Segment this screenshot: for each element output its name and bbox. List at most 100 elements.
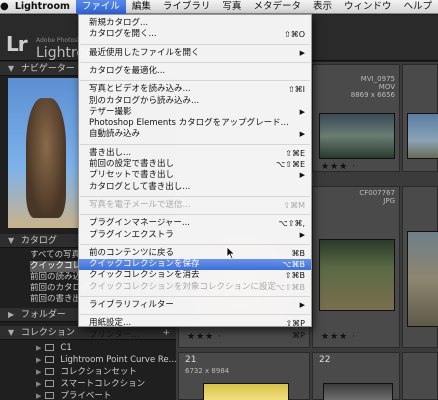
catalog-title: カタログ	[20, 236, 57, 246]
menu-view[interactable]: 表示	[307, 0, 338, 14]
collection-item[interactable]: ▶ C1	[36, 342, 176, 354]
grid-cell[interactable]	[402, 64, 438, 172]
menu-item-label: 新規カタログ...	[89, 18, 149, 28]
menu-item[interactable]: 写真とビデオを読み込み... ⇧⌘I	[79, 84, 311, 95]
menu-item-label: カタログとして書き出し...	[89, 181, 191, 192]
collection-item[interactable]: ▶ Lightroom Point Curve Re...	[36, 354, 176, 366]
menu-item[interactable]: クイックコレクションを保存 ⌥⌘B	[79, 259, 311, 271]
menu-item[interactable]: カタログを最適化...	[79, 66, 311, 77]
menu-separator	[80, 214, 310, 216]
grid-cell[interactable]: MVI_0975 MOV 8869 x 6656 ★★★ ·	[312, 64, 400, 172]
smart-collection-icon	[45, 380, 55, 387]
menu-item-label: 別のカタログから読み込み...	[89, 95, 200, 106]
menu-item[interactable]: プリセットで書き出し ▶	[79, 170, 311, 181]
mouse-cursor-icon	[226, 246, 236, 260]
menu-item-shortcut: ⌥⇧⌘,	[278, 219, 305, 229]
file-menu-dropdown: 新規カタログ... カタログを開く... ⇧⌘O 最近使用したファイルを開く ▶ カタログ…	[78, 14, 312, 340]
menu-separator	[80, 296, 310, 297]
menu-item-label: プリンター...	[89, 329, 140, 340]
cell-number: 21	[185, 355, 197, 365]
menu-item-label: テザー撮影	[89, 106, 132, 117]
menu-help[interactable]: ヘルプ	[397, 0, 438, 14]
menu-item-label: クイックコレクションを対象コレクションに設定	[89, 281, 277, 292]
menu-item[interactable]: プラグインマネージャー... ⌥⇧⌘,	[79, 218, 311, 229]
navigator-preview[interactable]	[8, 78, 78, 228]
menu-separator	[80, 314, 310, 316]
submenu-arrow-icon: ▶	[299, 48, 305, 57]
menu-item-label: プラグインマネージャー...	[89, 218, 191, 229]
menu-photo[interactable]: 写真	[216, 0, 247, 14]
submenu-arrow-icon: ▶	[299, 230, 305, 239]
menu-item-shortcut: ⇧⌘M	[283, 200, 305, 210]
menu-separator	[80, 61, 310, 63]
menu-item[interactable]: カタログを開く... ⇧⌘O	[79, 29, 311, 40]
grid-cell[interactable]	[402, 352, 438, 400]
menu-item[interactable]: ライブラリフィルター ▶	[79, 300, 311, 311]
expand-triangle-icon: ▶	[36, 368, 42, 376]
apple-icon[interactable]: ●	[0, 1, 9, 12]
menu-edit[interactable]: 編集	[126, 0, 157, 14]
collection-item[interactable]: ▶ コレクションセット	[36, 366, 176, 378]
grid-cell[interactable]: 22	[312, 352, 400, 400]
grid-cell[interactable]	[402, 186, 438, 348]
menu-item[interactable]: クイックコレクションを消去 ⇧⌘B	[79, 270, 311, 281]
collection-icon	[45, 344, 55, 351]
menu-bar: ● Lightroom ファイル 編集 ライブラリ 写真 メタデータ 表示 ウィ…	[0, 0, 438, 14]
menu-item-shortcut: ⌘P	[292, 330, 305, 340]
grid-cell[interactable]: 21 6732 x 8984	[178, 352, 310, 400]
menu-item[interactable]: 別のカタログから読み込み...	[79, 96, 311, 107]
menu-item[interactable]: 用紙設定... ⇧⌘P	[79, 318, 311, 329]
menu-item[interactable]: Photoshop Elements カタログをアップグレード...	[79, 118, 311, 129]
photo-thumbnail[interactable]	[319, 239, 395, 311]
menu-item[interactable]: 新規カタログ...	[79, 18, 311, 29]
file-dimensions: 8869 x 6656	[350, 91, 395, 99]
expand-triangle-icon: ▶	[36, 380, 42, 388]
photo-thumbnail[interactable]	[407, 113, 438, 159]
menu-window[interactable]: ウィンドウ	[338, 0, 398, 14]
menu-item-shortcut: ⌥⌘B	[282, 260, 305, 270]
lightroom-logo: Lr	[6, 32, 28, 56]
photo-thumbnail[interactable]	[407, 231, 438, 327]
menu-item-shortcut: ⌥⇧⌘E	[276, 160, 305, 169]
menu-separator	[80, 143, 310, 145]
menu-item[interactable]: 書き出し... ⇧⌘E	[79, 148, 311, 159]
menu-item: クイックコレクションを対象コレクションに設定 ⌥⇧⌘B	[79, 282, 311, 293]
menu-item-shortcut: ⌘B	[291, 248, 306, 258]
cell-number: 22	[319, 355, 331, 365]
submenu-arrow-icon: ▶	[299, 130, 305, 139]
menu-item-label: 前回の設定で書き出し	[89, 159, 175, 169]
expand-triangle-icon: ▶	[36, 356, 42, 364]
menu-item[interactable]: プリンター... ⌘P	[79, 330, 311, 341]
grid-cell[interactable]: CF007767 JPG ★★★ ·	[312, 186, 400, 348]
menu-item[interactable]: テザー撮影 ▶	[79, 107, 311, 118]
file-dimensions: 6732 x 8984	[185, 367, 230, 375]
menu-item[interactable]: カタログとして書き出し...	[79, 182, 311, 193]
submenu-arrow-icon: ▶	[299, 107, 305, 116]
menu-item-label: 写真とビデオを読み込み...	[89, 84, 191, 95]
menu-item-shortcut: ⇧⌘O	[284, 30, 305, 40]
menu-file[interactable]: ファイル	[75, 0, 126, 14]
collection-item[interactable]: ▶ スマートコレクション	[36, 378, 176, 390]
menu-item[interactable]: 最近使用したファイルを開く ▶	[79, 48, 311, 59]
photo-thumbnail[interactable]	[203, 383, 289, 400]
submenu-arrow-icon: ▶	[299, 301, 305, 309]
collection-item[interactable]: ▶ プライベート	[36, 390, 176, 400]
menu-item-label: 書き出し...	[89, 147, 132, 158]
menu-item[interactable]: プラグインエクストラ ▶	[79, 230, 311, 241]
file-name: CF007767	[359, 189, 395, 197]
menu-item[interactable]: 前回の設定で書き出し ⌥⇧⌘E	[79, 159, 311, 170]
menu-app-lightroom[interactable]: Lightroom	[9, 0, 76, 14]
photo-thumbnail[interactable]	[323, 383, 393, 400]
rating-stars[interactable]: ★★★ ·	[321, 162, 356, 172]
rating-stars[interactable]: ★★★ ·	[321, 332, 356, 342]
menu-item[interactable]: 前のコンテンツに戻る ⌘B	[79, 248, 311, 259]
collection-icon	[45, 356, 55, 363]
menu-item-label: プリセットで書き出し	[89, 170, 175, 181]
menu-library[interactable]: ライブラリ	[157, 0, 217, 14]
menu-item[interactable]: 自動読み込み ▶	[79, 129, 311, 140]
menu-item: 写真を電子メールで送信... ⇧⌘M	[79, 200, 311, 211]
photo-thumbnail[interactable]	[319, 113, 395, 159]
menu-item-shortcut: ⇧⌘I	[287, 85, 305, 95]
navigator-title: ナビゲーター	[20, 64, 75, 74]
menu-metadata[interactable]: メタデータ	[247, 0, 307, 14]
